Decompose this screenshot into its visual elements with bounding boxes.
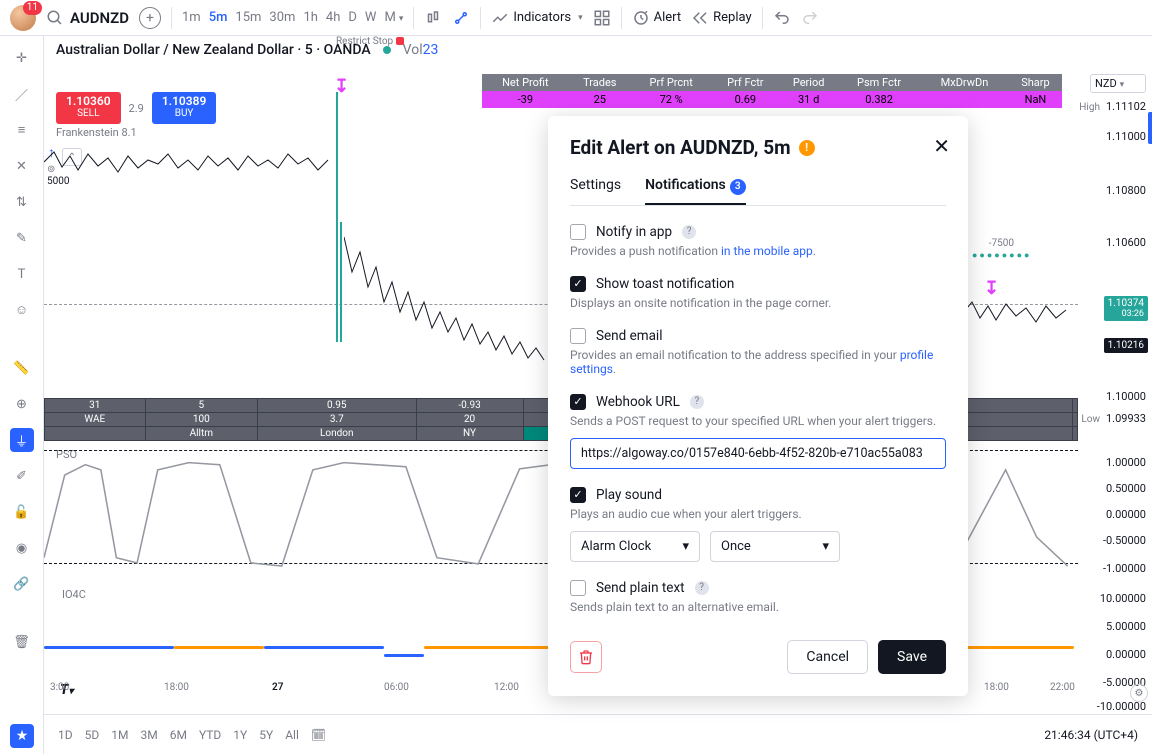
io4c-title: IO4C	[62, 588, 86, 601]
trash-icon[interactable]: 🗑	[10, 630, 34, 654]
pattern-icon[interactable]: ✕	[10, 154, 34, 178]
info-icon[interactable]: ?	[695, 581, 709, 595]
tf-M[interactable]: M	[384, 10, 403, 25]
save-button[interactable]: Save	[878, 640, 946, 674]
indicators-button[interactable]: Indicators	[491, 9, 582, 27]
redo-icon[interactable]	[801, 9, 819, 27]
replay-icon	[691, 9, 709, 27]
volume-label: Vol23	[403, 42, 439, 58]
indicators-icon	[491, 9, 509, 27]
range-1d[interactable]: 1D	[58, 728, 73, 742]
edit-icon[interactable]: ✐	[10, 464, 34, 488]
emoji-icon[interactable]: ☺	[10, 298, 34, 322]
checkbox-notify-app[interactable]	[570, 224, 586, 240]
symbol-text: AUDNZD	[70, 9, 129, 27]
range-5y[interactable]: 5Y	[259, 728, 273, 742]
notif-count-pill: 3	[730, 179, 746, 195]
info-icon[interactable]: ?	[682, 225, 696, 239]
notif-badge: 11	[23, 1, 42, 15]
range-3m[interactable]: 3M	[140, 728, 157, 742]
fib-icon[interactable]: ≡	[10, 118, 34, 142]
cancel-button[interactable]: Cancel	[787, 640, 868, 674]
range-1y[interactable]: 1Y	[233, 728, 247, 742]
chevron-down-icon: ▾	[682, 539, 689, 554]
tf-5m[interactable]: 5m	[209, 10, 228, 25]
currency-select[interactable]: NZD	[1090, 74, 1146, 93]
tf-W[interactable]: W	[365, 10, 377, 25]
chevron-down-icon: ▾	[822, 539, 829, 554]
edit-alert-modal: Edit Alert on AUDNZD, 5m ! ✕ Settings No…	[548, 116, 968, 696]
goto-date-icon[interactable]: 🗓	[311, 728, 326, 742]
projection-icon[interactable]: ⇅	[10, 190, 34, 214]
replay-button[interactable]: Replay	[691, 9, 752, 27]
tab-settings[interactable]: Settings	[570, 177, 621, 205]
status-dot	[383, 46, 391, 54]
trendline-icon[interactable]: ／	[10, 82, 34, 106]
dots-indicator: ●●●●●●●●	[972, 250, 1032, 261]
zoom-icon[interactable]: ⊕	[10, 392, 34, 416]
checkbox-toast[interactable]: ✓	[570, 276, 586, 292]
delete-alert-button[interactable]	[570, 641, 602, 673]
range-ytd[interactable]: YTD	[199, 728, 221, 742]
sound-select[interactable]: Alarm Clock▾	[570, 531, 700, 562]
axis-settings-icon[interactable]: ⚙	[1130, 684, 1148, 702]
high-label: High	[1079, 102, 1100, 113]
text-icon[interactable]: T	[10, 262, 34, 286]
low-label: Low	[1081, 414, 1100, 425]
tf-15m[interactable]: 15m	[235, 10, 261, 25]
candles-icon[interactable]	[424, 9, 442, 27]
avatar[interactable]: 11	[10, 5, 36, 31]
tf-D[interactable]: D	[348, 10, 357, 25]
search-icon	[46, 9, 64, 27]
link-icon[interactable]: 🔗	[10, 572, 34, 596]
webhook-url-input[interactable]	[570, 438, 946, 469]
tf-30m[interactable]: 30m	[269, 10, 295, 25]
checkbox-plaintext[interactable]	[570, 580, 586, 596]
near-lo: -7500	[989, 238, 1014, 249]
magnet-icon[interactable]: ⏚	[10, 428, 34, 452]
range-6m[interactable]: 6M	[170, 728, 187, 742]
favorites-icon[interactable]: ★	[10, 724, 34, 748]
cross-icon[interactable]: ✛	[10, 46, 34, 70]
left-drawing-rail: ✛ ／ ≡ ✕ ⇅ ✎ T ☺ 📏 ⊕ ⏚ ✐ 🔓 ◉ 🔗 🗑	[0, 36, 44, 754]
range-bar: 1D 5D 1M 3M 6M YTD 1Y 5Y All 🗓 21:46:34 …	[44, 714, 1152, 754]
add-symbol-button[interactable]: +	[139, 7, 161, 29]
top-toolbar: 11 AUDNZD + 1m 5m 15m 30m 1h 4h D W M In…	[0, 0, 1152, 36]
tf-1h[interactable]: 1h	[303, 10, 317, 25]
ruler-icon[interactable]: 📏	[10, 356, 34, 380]
right-handle[interactable]	[1148, 112, 1152, 144]
clock[interactable]: 21:46:34 (UTC+4)	[1044, 728, 1138, 742]
repeat-select[interactable]: Once▾	[710, 531, 840, 562]
tab-notifications[interactable]: Notifications3	[645, 177, 746, 205]
mobile-app-link[interactable]: in the mobile app	[721, 244, 813, 258]
current-price-tag: 1.1037403:26	[1104, 296, 1148, 321]
alert-button[interactable]: Alert	[632, 9, 682, 27]
tf-1m[interactable]: 1m	[182, 10, 201, 25]
range-5d[interactable]: 5D	[85, 728, 100, 742]
chart-header: Australian Dollar / New Zealand Dollar ·…	[56, 42, 1062, 58]
checkbox-sound[interactable]: ✓	[570, 487, 586, 503]
warning-icon: !	[799, 140, 815, 156]
brush-icon[interactable]: ✎	[10, 226, 34, 250]
pair-title[interactable]: Australian Dollar / New Zealand Dollar ·…	[56, 42, 371, 58]
eye-icon[interactable]: ◉	[10, 536, 34, 560]
timeframe-row: 1m 5m 15m 30m 1h 4h D W M	[182, 10, 403, 25]
modal-title: Edit Alert on AUDNZD, 5m !	[570, 136, 946, 159]
tf-4h[interactable]: 4h	[326, 10, 340, 25]
close-icon[interactable]: ✕	[933, 134, 950, 158]
templates-icon[interactable]	[593, 9, 611, 27]
symbol-search[interactable]: AUDNZD	[46, 9, 129, 27]
range-1m[interactable]: 1M	[111, 728, 128, 742]
lock-icon[interactable]: 🔓	[10, 500, 34, 524]
undo-icon[interactable]	[773, 9, 791, 27]
checkbox-email[interactable]	[570, 328, 586, 344]
price-axis[interactable]: NZD High 1.11102 1.11000 1.10800 1.10600…	[1078, 72, 1152, 754]
range-all[interactable]: All	[285, 728, 299, 742]
price-tag-dark: 1.10216	[1104, 338, 1148, 353]
checkbox-webhook[interactable]: ✓	[570, 394, 586, 410]
linestyle-icon[interactable]	[452, 9, 470, 27]
info-icon[interactable]: ?	[690, 395, 704, 409]
alert-icon	[632, 9, 650, 27]
